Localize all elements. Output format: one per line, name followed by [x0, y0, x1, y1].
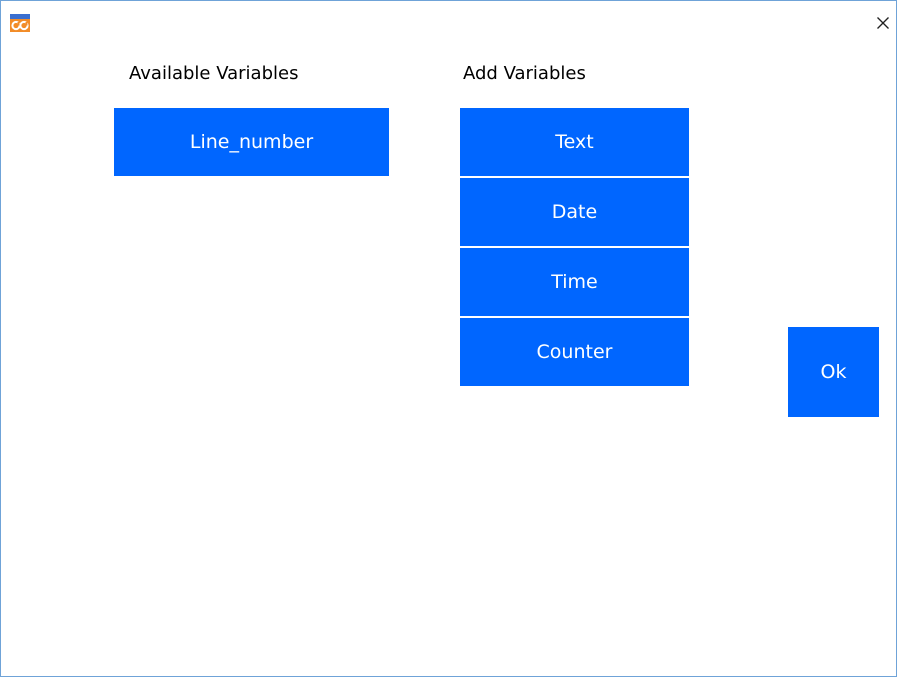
ok-button[interactable]: Ok	[788, 327, 879, 417]
add-variables-heading: Add Variables	[463, 63, 586, 84]
app-logo-icon	[10, 14, 30, 32]
available-variable-line-number-button[interactable]: Line_number	[114, 108, 389, 176]
close-icon	[877, 17, 889, 29]
variables-dialog: Available Variables Add Variables Line_n…	[0, 0, 897, 677]
available-variables-heading: Available Variables	[129, 63, 299, 84]
close-button[interactable]	[870, 12, 896, 34]
add-time-variable-button[interactable]: Time	[460, 248, 689, 316]
add-text-variable-button[interactable]: Text	[460, 108, 689, 176]
add-date-variable-button[interactable]: Date	[460, 178, 689, 246]
add-counter-variable-button[interactable]: Counter	[460, 318, 689, 386]
add-variables-list: Text Date Time Counter	[460, 108, 689, 388]
